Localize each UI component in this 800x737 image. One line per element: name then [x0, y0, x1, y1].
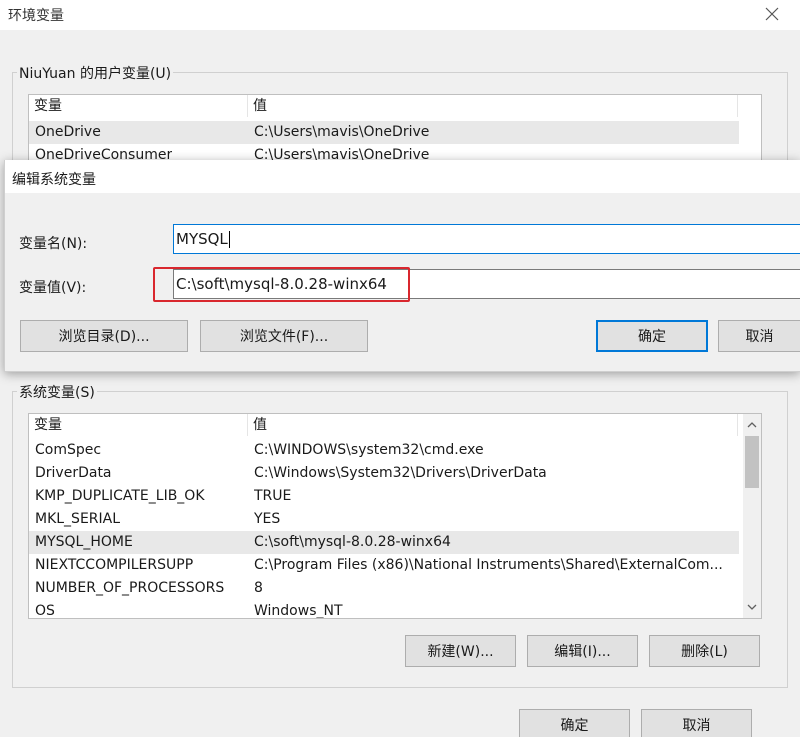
browse-file-button[interactable]: 浏览文件(F)... — [200, 320, 368, 352]
system-list-row-selected[interactable]: MYSQL_HOME C:\soft\mysql-8.0.28-winx64 — [29, 531, 739, 554]
text-caret — [228, 231, 230, 248]
user-list-header: 变量 值 — [29, 95, 761, 117]
system-list-row[interactable]: NIEXTCCOMPILERSUPP C:\Program Files (x86… — [29, 554, 739, 577]
system-list-row[interactable]: ComSpec C:\WINDOWS\system32\cmd.exe — [29, 439, 739, 462]
system-list-row[interactable]: DriverData C:\Windows\System32\Drivers\D… — [29, 462, 739, 485]
system-row-value: Windows_NT — [254, 603, 343, 619]
new-variable-button[interactable]: 新建(W)... — [405, 635, 516, 667]
user-row-name: OneDrive — [35, 124, 101, 140]
user-list-row[interactable]: OneDrive C:\Users\mavis\OneDrive — [29, 121, 739, 144]
edit-variable-button[interactable]: 编辑(I)... — [527, 635, 638, 667]
system-row-name: NIEXTCCOMPILERSUPP — [35, 557, 194, 573]
system-row-value: YES — [254, 511, 281, 527]
system-variables-label: 系统变量(S) — [17, 382, 97, 402]
user-variables-label: NiuYuan 的用户变量(U) — [17, 63, 174, 83]
user-column-value[interactable]: 值 — [248, 95, 738, 117]
system-row-name: NUMBER_OF_PROCESSORS — [35, 580, 225, 596]
system-list-row[interactable]: NUMBER_OF_PROCESSORS 8 — [29, 577, 739, 600]
system-list-row[interactable]: KMP_DUPLICATE_LIB_OK TRUE — [29, 485, 739, 508]
system-list-row[interactable]: OS Windows_NT — [29, 600, 739, 619]
variable-name-value: MYSQL — [176, 230, 228, 248]
system-row-name: DriverData — [35, 465, 112, 481]
main-cancel-button[interactable]: 取消 — [641, 709, 752, 737]
system-row-name: ComSpec — [35, 442, 102, 458]
dialog-title: 编辑系统变量 — [12, 172, 96, 188]
system-row-value: TRUE — [254, 488, 292, 504]
delete-variable-button[interactable]: 删除(L) — [649, 635, 760, 667]
system-variables-list[interactable]: 变量 值 ComSpec C:\WINDOWS\system32\cmd.exe… — [28, 413, 762, 619]
window-titlebar: 环境变量 — [0, 0, 800, 30]
variable-value-label: 变量值(V): — [19, 280, 87, 296]
browse-directory-button[interactable]: 浏览目录(D)... — [20, 320, 188, 352]
system-list-header: 变量 值 — [29, 414, 761, 436]
system-column-variable[interactable]: 变量 — [29, 414, 248, 436]
dialog-titlebar: 编辑系统变量 — [5, 160, 800, 193]
edit-system-variable-dialog: 编辑系统变量 变量名(N): MYSQL 变量值(V): C:\soft\mys… — [4, 160, 800, 372]
system-row-name: KMP_DUPLICATE_LIB_OK — [35, 488, 205, 504]
dialog-ok-button[interactable]: 确定 — [596, 320, 708, 352]
system-row-value: C:\Program Files (x86)\National Instrume… — [254, 557, 723, 573]
system-row-name: MKL_SERIAL — [35, 511, 121, 527]
variable-name-label: 变量名(N): — [19, 236, 88, 252]
chevron-up-icon[interactable] — [743, 416, 761, 434]
window-title: 环境变量 — [8, 8, 64, 24]
main-ok-button[interactable]: 确定 — [519, 709, 630, 737]
system-row-name: MYSQL_HOME — [35, 534, 133, 550]
system-column-value[interactable]: 值 — [248, 414, 738, 436]
scrollbar-thumb[interactable] — [745, 436, 759, 488]
user-column-variable[interactable]: 变量 — [29, 95, 248, 117]
dialog-cancel-button[interactable]: 取消 — [718, 320, 800, 352]
chevron-down-icon[interactable] — [743, 598, 761, 616]
red-highlight-box — [153, 267, 410, 302]
system-row-name: OS — [35, 603, 55, 619]
system-row-value: 8 — [254, 580, 263, 596]
system-list-scrollbar[interactable] — [743, 414, 761, 618]
user-row-value: C:\Users\mavis\OneDrive — [254, 124, 430, 140]
system-row-value: C:\Windows\System32\Drivers\DriverData — [254, 465, 547, 481]
system-row-value: C:\WINDOWS\system32\cmd.exe — [254, 442, 484, 458]
system-list-row[interactable]: MKL_SERIAL YES — [29, 508, 739, 531]
user-variables-list[interactable]: 变量 值 OneDrive C:\Users\mavis\OneDrive On… — [28, 94, 762, 164]
close-icon[interactable] — [762, 4, 782, 24]
system-row-value: C:\soft\mysql-8.0.28-winx64 — [254, 534, 451, 550]
variable-name-input[interactable]: MYSQL — [173, 224, 800, 254]
